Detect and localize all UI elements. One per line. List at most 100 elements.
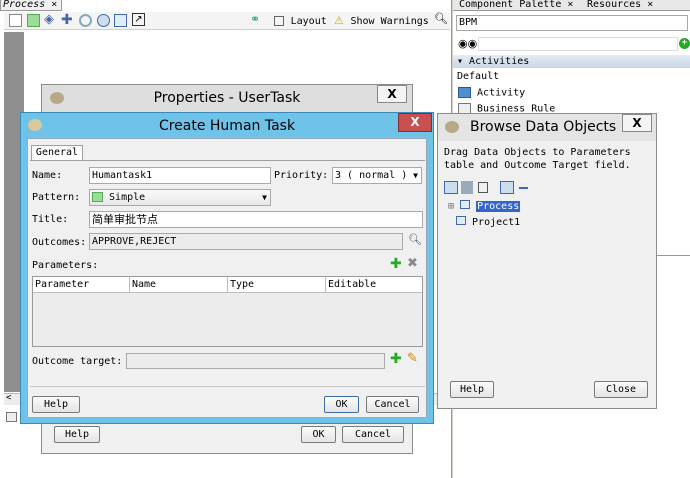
create-client-area: General Name: Humantask1 Priority: 3 ( n… <box>27 138 427 418</box>
create-ok-button[interactable]: OK <box>324 396 359 413</box>
event-icon[interactable] <box>79 14 92 27</box>
priority-select[interactable]: 3 ( normal ) ▼ <box>332 167 422 184</box>
select-icon[interactable] <box>9 14 22 27</box>
outcomes-field[interactable]: APPROVE,REJECT <box>89 233 403 250</box>
column-header-type[interactable]: Type <box>228 277 326 292</box>
section-activities[interactable]: ▾ Activities <box>453 55 690 68</box>
browse-close-button[interactable]: X <box>622 114 652 132</box>
properties-cancel-button[interactable]: Cancel <box>342 426 404 443</box>
chevron-down-icon: ▼ <box>413 171 418 180</box>
pattern-label: Pattern: <box>32 192 81 203</box>
tab-resources-label: Resources <box>587 0 642 10</box>
create-title: Create Human Task <box>158 118 296 134</box>
palette-divider <box>656 255 690 256</box>
subprocess-icon[interactable] <box>114 14 127 27</box>
warning-icon: ⚠ <box>334 14 344 27</box>
tree-item-project[interactable]: Project1 <box>456 216 520 228</box>
expand-icon: ⊞ <box>448 201 455 212</box>
pattern-value: Simple <box>109 192 146 203</box>
activity-icon <box>458 87 471 98</box>
create-human-task-dialog: Create Human Task X General Name: Humant… <box>20 112 434 424</box>
priority-label: Priority: <box>274 170 329 181</box>
expand-icon[interactable] <box>500 181 514 194</box>
palette-tab-strip: Component Palette × Resources × <box>453 0 690 11</box>
list-icon[interactable] <box>478 182 488 193</box>
bottom-icon <box>6 412 17 422</box>
layout-button[interactable]: Layout <box>274 14 327 28</box>
create-cancel-button[interactable]: Cancel <box>366 396 419 413</box>
properties-help-button[interactable]: Help <box>54 426 100 443</box>
end-event-icon[interactable] <box>97 14 110 27</box>
browse-description: Drag Data Objects to Parameters table an… <box>444 147 631 171</box>
parameters-label: Parameters: <box>32 260 99 271</box>
add-parameter-icon[interactable]: ✚ <box>390 256 402 272</box>
properties-title: Properties - UserTask <box>153 90 301 106</box>
collapse-icon[interactable] <box>519 187 528 189</box>
add-icon[interactable]: ✚ <box>61 12 74 28</box>
add-outcome-target-icon[interactable]: ✚ <box>390 351 402 367</box>
name-label: Name: <box>32 170 63 181</box>
project-icon <box>456 216 466 225</box>
column-header-name[interactable]: Name <box>130 277 228 292</box>
process-tab-label: Process <box>3 0 46 10</box>
tree-view-icon[interactable] <box>444 181 458 194</box>
title-field[interactable]: 简单审批节点 <box>89 211 423 228</box>
palette-select[interactable]: BPM <box>456 15 688 31</box>
column-header-editable[interactable]: Editable <box>326 277 422 292</box>
close-icon[interactable]: × <box>647 0 653 10</box>
binoculars-icon[interactable]: ◉◉ <box>458 37 477 50</box>
close-icon[interactable]: × <box>51 0 57 10</box>
link-icon[interactable]: ↗ <box>132 13 145 26</box>
zoom-icon[interactable]: 🔍︎ <box>434 12 448 25</box>
close-icon[interactable]: × <box>567 0 573 10</box>
browse-help-button[interactable]: Help <box>450 381 494 398</box>
tab-component-palette[interactable]: Component Palette × <box>459 0 573 10</box>
tab-general-label: General <box>35 147 79 158</box>
section-activities-label: Activities <box>469 56 530 67</box>
tab-resources[interactable]: Resources × <box>587 0 653 10</box>
create-close-button[interactable]: X <box>398 113 432 132</box>
palette-item-activity-label: Activity <box>477 87 526 99</box>
pattern-select[interactable]: Simple ▼ <box>89 189 271 206</box>
outcomes-label: Outcomes: <box>32 237 87 248</box>
create-help-button[interactable]: Help <box>32 396 80 413</box>
process-icon <box>460 200 471 209</box>
editor-toolbar: ◈ ✚ ↗ ⚭ Layout ⚠ Show Warnings 🔍︎ <box>4 12 450 30</box>
table-header-row: Parameter Name Type Editable <box>33 277 422 293</box>
edit-icon[interactable]: ✎ <box>407 351 418 366</box>
process-tab[interactable]: Process × <box>0 0 62 11</box>
properties-ok-button[interactable]: OK <box>301 426 336 443</box>
app-icon <box>445 121 459 133</box>
outcome-target-label: Outcome target: <box>32 356 123 367</box>
tree-item-process[interactable]: ⊞ Process <box>448 200 521 212</box>
palette-item-activity[interactable]: Activity <box>458 87 525 99</box>
tree-icon[interactable]: ⚭ <box>250 12 263 26</box>
tab-general[interactable]: General <box>31 145 83 160</box>
gateway-icon[interactable]: ◈ <box>44 12 57 27</box>
properties-titlebar: Properties - UserTask X <box>42 85 412 113</box>
delete-parameter-icon[interactable]: ✖ <box>407 256 418 271</box>
show-warnings-button[interactable]: ⚠ Show Warnings <box>334 14 429 28</box>
search-icon[interactable]: 🔍︎ <box>408 233 422 246</box>
tree-item-project-label: Project1 <box>472 217 521 228</box>
filter-icon[interactable] <box>461 181 473 194</box>
column-header-parameter[interactable]: Parameter <box>33 277 130 292</box>
title-label: Title: <box>32 214 69 225</box>
properties-close-button[interactable]: X <box>377 85 407 103</box>
priority-value: 3 ( normal ) <box>335 170 408 181</box>
palette-search-input[interactable] <box>478 37 678 51</box>
browse-toolbar <box>444 181 544 195</box>
browse-close-dialog-button[interactable]: Close <box>594 381 648 398</box>
task-icon[interactable] <box>27 14 40 27</box>
add-icon[interactable]: + <box>679 38 690 49</box>
name-field[interactable]: Humantask1 <box>89 167 271 184</box>
scroll-left-icon[interactable]: < <box>6 393 11 403</box>
section-default[interactable]: Default <box>457 71 687 82</box>
warnings-label: Show Warnings <box>350 16 429 27</box>
section-default-label: Default <box>457 71 500 82</box>
outcome-target-field[interactable] <box>126 353 385 369</box>
browse-data-objects-dialog: Browse Data Objects X Drag Data Objects … <box>437 113 657 409</box>
browse-titlebar: Browse Data Objects X <box>438 114 656 141</box>
button-divider <box>30 386 425 387</box>
tree-item-process-label: Process <box>476 201 521 212</box>
